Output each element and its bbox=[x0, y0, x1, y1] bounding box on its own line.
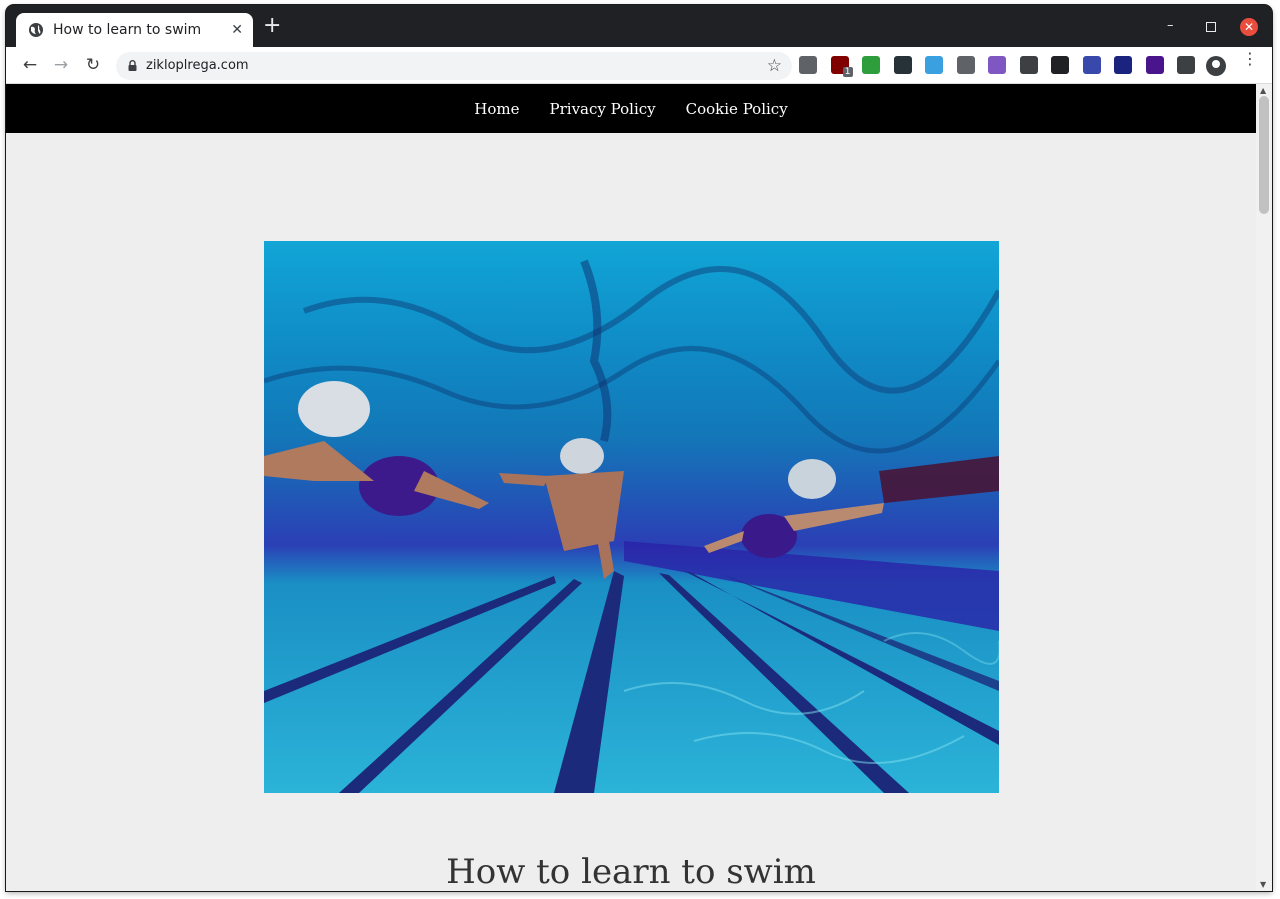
nav-privacy-policy[interactable]: Privacy Policy bbox=[550, 100, 656, 118]
scrollbar-thumb[interactable] bbox=[1259, 96, 1269, 214]
scroll-up-arrow-icon[interactable]: ▲ bbox=[1260, 86, 1266, 95]
maximize-button[interactable] bbox=[1206, 22, 1216, 32]
kanji-extension-icon[interactable] bbox=[956, 56, 975, 74]
close-tab-icon[interactable]: ✕ bbox=[231, 22, 243, 38]
lock-icon bbox=[128, 60, 137, 71]
tab-title: How to learn to swim bbox=[53, 22, 202, 38]
screenshot-extension-icon[interactable] bbox=[925, 56, 943, 74]
chrome-menu-icon[interactable]: ⋮ bbox=[1242, 51, 1258, 67]
nav-cookie-policy[interactable]: Cookie Policy bbox=[686, 100, 788, 118]
ublock-badge: 1 bbox=[842, 67, 853, 77]
article-title: How to learn to swim bbox=[446, 852, 816, 891]
new-tab-button[interactable]: + bbox=[263, 15, 281, 37]
search-extension-icon[interactable] bbox=[1019, 56, 1038, 74]
page-viewport: Home Privacy Policy Cookie Policy How to… bbox=[6, 84, 1256, 891]
scroll-down-arrow-icon[interactable]: ▼ bbox=[1260, 880, 1266, 889]
browser-toolbar: ← → ↻ zikloplrega.com ☆ 1 ⋮ bbox=[6, 47, 1272, 84]
purple-circle-extension-icon[interactable] bbox=[1145, 56, 1164, 74]
hero-image-underwater-swimmers bbox=[264, 241, 999, 793]
pool-illustration bbox=[264, 241, 999, 793]
forward-button[interactable]: → bbox=[52, 56, 70, 74]
bottle-extension-icon[interactable] bbox=[1114, 56, 1132, 74]
bookmark-star-icon[interactable]: ☆ bbox=[767, 56, 782, 76]
back-button[interactable]: ← bbox=[21, 56, 39, 74]
tab-active[interactable]: How to learn to swim ✕ bbox=[16, 13, 253, 47]
tab-strip: How to learn to swim ✕ + – ✕ bbox=[6, 5, 1272, 47]
ublock-origin-icon[interactable]: 1 bbox=[830, 56, 853, 77]
url-text: zikloplrega.com bbox=[146, 58, 249, 73]
bw-extension-icon[interactable] bbox=[862, 56, 880, 74]
minimize-button[interactable]: – bbox=[1167, 19, 1174, 33]
puzzle-extensions-icon[interactable] bbox=[1177, 56, 1195, 74]
globe-icon bbox=[29, 23, 43, 37]
camera-extension-icon[interactable] bbox=[988, 56, 1006, 74]
address-bar[interactable]: zikloplrega.com ☆ bbox=[116, 52, 792, 80]
page-scrollbar[interactable]: ▲ ▼ bbox=[1256, 84, 1272, 891]
profile-avatar[interactable] bbox=[1206, 56, 1226, 76]
nav-home[interactable]: Home bbox=[474, 100, 519, 118]
network-extension-icon[interactable] bbox=[1051, 56, 1069, 74]
globe-extension-icon[interactable] bbox=[1082, 56, 1101, 74]
reload-button[interactable]: ↻ bbox=[84, 56, 102, 74]
zip-extension-icon[interactable] bbox=[799, 56, 817, 74]
site-nav: Home Privacy Policy Cookie Policy bbox=[6, 84, 1256, 133]
close-window-button[interactable]: ✕ bbox=[1240, 18, 1258, 36]
dark-square-extension-icon[interactable] bbox=[893, 56, 912, 74]
browser-window: How to learn to swim ✕ + – ✕ ← → ↻ ziklo… bbox=[6, 5, 1272, 891]
